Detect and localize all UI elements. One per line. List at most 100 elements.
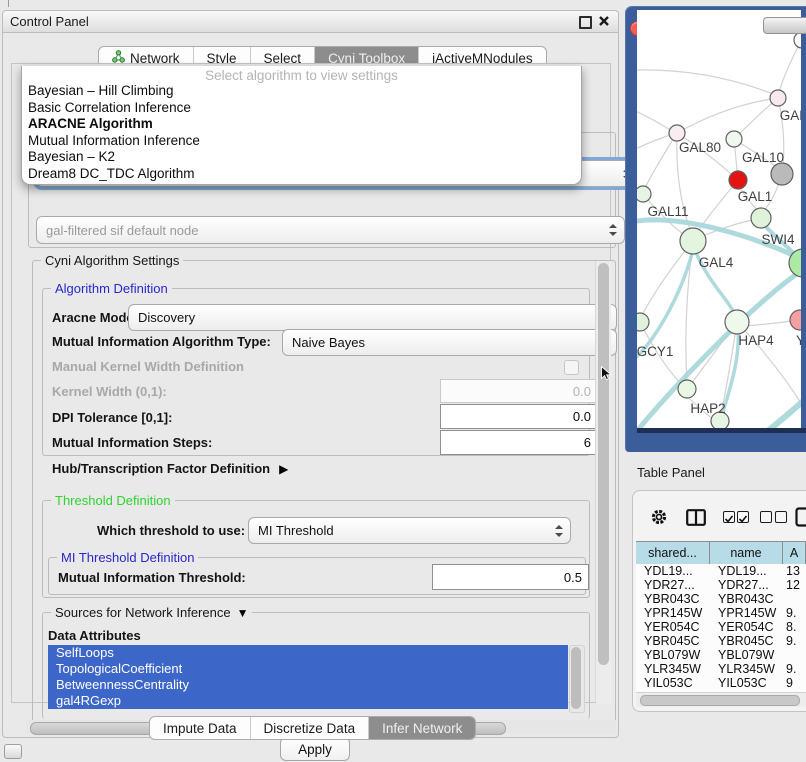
table-cell: YLR345W bbox=[636, 662, 710, 676]
tab-impute-data[interactable]: Impute Data bbox=[150, 717, 250, 739]
network-edge[interactable] bbox=[734, 98, 778, 139]
table-cell: YBR043C bbox=[636, 592, 710, 606]
attribute-item-topologicalcoefficient[interactable]: TopologicalCoefficient bbox=[48, 661, 568, 677]
network-edge-highlighted[interactable] bbox=[753, 396, 801, 428]
checked-checkbox-icon[interactable] bbox=[737, 511, 749, 523]
node-label: GAL7 bbox=[780, 108, 801, 123]
dropdown-prompt: Select algorithm to view settings bbox=[22, 68, 581, 83]
table-row[interactable]: YER054CYER054C8. bbox=[636, 620, 806, 634]
node-gal4[interactable] bbox=[680, 228, 706, 254]
network-edge[interactable] bbox=[645, 133, 677, 188]
hub-definition-expander[interactable]: Hub/Transcription Factor Definition ▶ bbox=[52, 461, 288, 476]
attribute-item-gal4rgexp[interactable]: gal4RGexp bbox=[48, 693, 568, 709]
table-row[interactable]: YIL053CYIL053C9 bbox=[636, 676, 806, 690]
mi-steps-label: Mutual Information Steps: bbox=[52, 435, 212, 450]
network-edge[interactable] bbox=[677, 98, 778, 133]
algorithm-option-mutual-information-inference[interactable]: Mutual Information Inference bbox=[26, 133, 577, 150]
node-gal1[interactable] bbox=[771, 163, 793, 185]
column-header-name[interactable]: name bbox=[710, 542, 783, 564]
split-columns-icon[interactable] bbox=[686, 509, 706, 529]
expand-right-icon: ▶ bbox=[279, 462, 288, 476]
table-cell: YBR045C bbox=[710, 634, 783, 648]
tab-discretize-data[interactable]: Discretize Data bbox=[250, 717, 369, 739]
aracne-mode-combo[interactable]: Discovery bbox=[128, 304, 617, 331]
kernel-width-field: 0.0 bbox=[440, 379, 598, 403]
node-label: Y bbox=[796, 333, 801, 348]
node-hap4[interactable] bbox=[725, 310, 749, 334]
algorithm-option-bayesian-k2[interactable]: Bayesian – K2 bbox=[26, 149, 577, 166]
table-horizontal-scrollbar[interactable] bbox=[636, 692, 806, 707]
scrollbar-thumb[interactable] bbox=[640, 695, 800, 706]
network-edge[interactable] bbox=[743, 321, 791, 326]
table-cell: YDR27... bbox=[636, 578, 710, 592]
node-y[interactable] bbox=[790, 310, 801, 330]
tab-infer-network[interactable]: Infer Network bbox=[368, 717, 475, 739]
table-cell: YBR045C bbox=[636, 634, 710, 648]
scrollbar-thumb[interactable] bbox=[598, 263, 609, 665]
table-row[interactable]: YDR27...YDR27...12 bbox=[636, 578, 806, 592]
network-canvas[interactable]: GAL7GAL80GAL10GAL1GAL11SWI4GAL4GCY1HAP4Y… bbox=[637, 10, 801, 428]
checked-checkbox-icon[interactable] bbox=[723, 511, 735, 523]
table-row[interactable]: YDL19...YDL19...13 bbox=[636, 564, 806, 578]
attributes-scrollbar[interactable] bbox=[569, 645, 585, 713]
network-edge[interactable] bbox=[637, 70, 773, 94]
unchecked-checkbox-icon[interactable] bbox=[760, 511, 772, 523]
network-edge[interactable] bbox=[637, 135, 670, 150]
collapsed-panel-button[interactable] bbox=[4, 744, 22, 759]
node-label: GAL10 bbox=[742, 150, 784, 165]
node-gcy1[interactable] bbox=[637, 313, 649, 331]
algorithm-option-dream8-dc-tdc-algorithm[interactable]: Dream8 DC_TDC Algorithm bbox=[26, 166, 577, 183]
node-hap2[interactable] bbox=[678, 380, 696, 398]
mi-algorithm-type-label: Mutual Information Algorithm Type: bbox=[52, 334, 271, 349]
mi-threshold-field[interactable]: 0.5 bbox=[432, 564, 589, 590]
mi-threshold-label: Mutual Information Threshold: bbox=[58, 570, 246, 585]
unchecked-checkbox-icon[interactable] bbox=[775, 511, 787, 523]
node-table-header: shared...nameA bbox=[636, 541, 806, 565]
apply-button[interactable]: Apply bbox=[280, 737, 350, 761]
document-icon[interactable] bbox=[795, 507, 806, 530]
scrollbar-thumb[interactable] bbox=[571, 647, 581, 709]
algorithm-option-aracne-algorithm[interactable]: ARACNE Algorithm bbox=[26, 116, 577, 133]
table-row[interactable]: YPR145WYPR145W9. bbox=[636, 606, 806, 620]
table-cell: YIL053C bbox=[636, 676, 710, 690]
settings-vertical-scrollbar[interactable] bbox=[595, 261, 611, 704]
node-gal80[interactable] bbox=[669, 125, 685, 141]
node-swi4[interactable] bbox=[751, 208, 771, 228]
which-threshold-combo[interactable]: MI Threshold bbox=[248, 517, 571, 544]
mi-algorithm-type-combo[interactable]: Naive Bayes bbox=[282, 329, 617, 356]
table-cell: YER054C bbox=[710, 620, 783, 634]
network-select-combo[interactable]: gal-filtered sif default node bbox=[36, 216, 625, 244]
node-gal11[interactable] bbox=[637, 186, 651, 202]
table-cell: YPR145W bbox=[710, 606, 783, 620]
close-icon[interactable] bbox=[598, 15, 610, 27]
network-edge[interactable] bbox=[637, 110, 670, 130]
table-row[interactable]: YBR043CYBR043C bbox=[636, 592, 806, 606]
network-edge[interactable] bbox=[779, 40, 801, 92]
control-panel: Control Panel NetworkStyleSelectCyni Too… bbox=[2, 10, 619, 738]
node-label: GAL80 bbox=[679, 140, 721, 155]
column-header-a[interactable]: A bbox=[783, 542, 806, 564]
algorithm-option-basic-correlation-inference[interactable]: Basic Correlation Inference bbox=[26, 100, 577, 117]
algorithm-dropdown-popup: Select algorithm to view settings Bayesi… bbox=[21, 66, 582, 185]
column-header-shared[interactable]: shared... bbox=[636, 542, 710, 564]
node[interactable] bbox=[729, 171, 747, 189]
sources-group-title[interactable]: Sources for Network Inference ▼ bbox=[51, 605, 252, 620]
table-cell bbox=[783, 592, 806, 606]
table-cell: YPR145W bbox=[636, 606, 710, 620]
table-row[interactable]: YBL079WYBL079W bbox=[636, 648, 806, 662]
table-cell bbox=[783, 648, 806, 662]
algorithm-option-bayesian-hill-climbing[interactable]: Bayesian – Hill Climbing bbox=[26, 83, 577, 100]
network-select-value: gal-filtered sif default node bbox=[46, 223, 198, 238]
table-row[interactable]: YBR045CYBR045C9. bbox=[636, 634, 806, 648]
attribute-item-selfloops[interactable]: SelfLoops bbox=[48, 645, 568, 661]
node-gal7[interactable] bbox=[770, 90, 786, 106]
attribute-item-betweennesscentrality[interactable]: BetweennessCentrality bbox=[48, 677, 568, 693]
node[interactable] bbox=[794, 32, 801, 48]
node-gal10[interactable] bbox=[726, 131, 742, 147]
table-row[interactable]: YLR345WYLR345W9. bbox=[636, 662, 806, 676]
float-window-icon[interactable] bbox=[579, 16, 592, 29]
which-threshold-label: Which threshold to use: bbox=[97, 523, 245, 538]
mi-steps-field[interactable]: 6 bbox=[440, 430, 598, 455]
gear-icon[interactable] bbox=[650, 508, 668, 529]
dpi-tolerance-field[interactable]: 0.0 bbox=[440, 404, 598, 429]
